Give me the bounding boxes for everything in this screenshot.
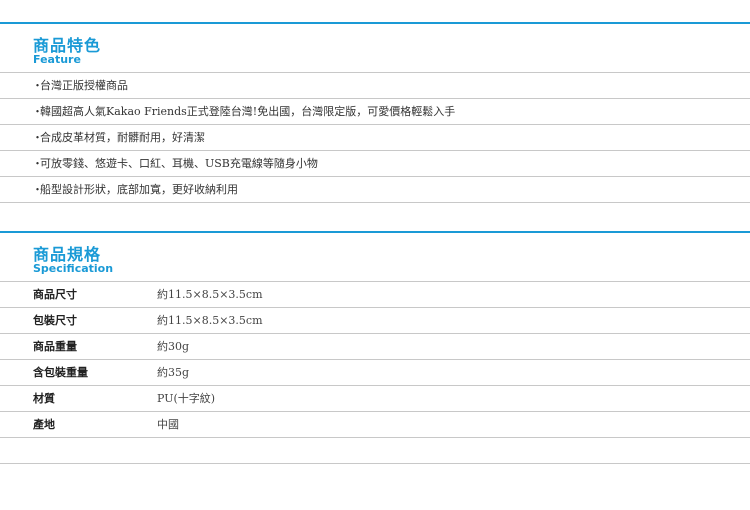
bullet-dot: ・	[32, 157, 43, 170]
table-row: 產地 中國	[0, 412, 750, 438]
spec-value: PU(十字紋)	[157, 392, 216, 405]
feature-text: 合成皮革材質，耐髒耐用，好清潔	[40, 131, 205, 144]
spec-label: 商品尺寸	[33, 288, 77, 301]
list-item: ・可放零錢、悠遊卡、口紅、耳機、USB充電線等隨身小物	[0, 151, 750, 177]
feature-text: 船型設計形狀，底部加寬，更好收納利用	[40, 183, 238, 196]
feature-section: 商品特色 Feature ・台灣正版授權商品 ・韓國超高人氣Kakao Frie…	[0, 22, 750, 203]
spec-section: 商品規格 Specification 商品尺寸 約11.5×8.5×3.5cm …	[0, 231, 750, 464]
feature-heading: 商品特色 Feature	[0, 24, 750, 72]
bullet-dot: ・	[32, 131, 43, 144]
table-row: 材質 PU(十字紋)	[0, 386, 750, 412]
spec-value: 約11.5×8.5×3.5cm	[157, 288, 263, 301]
table-row: 包裝尺寸 約11.5×8.5×3.5cm	[0, 308, 750, 334]
spec-value: 約30g	[157, 340, 190, 353]
bullet-dot: ・	[32, 183, 43, 196]
spec-subtitle: Specification	[33, 262, 114, 275]
spec-label: 含包裝重量	[33, 366, 88, 379]
table-row: 含包裝重量 約35g	[0, 360, 750, 386]
spec-value: 中國	[157, 418, 179, 431]
spec-value: 約35g	[157, 366, 190, 379]
list-item: ・合成皮革材質，耐髒耐用，好清潔	[0, 125, 750, 151]
table-row-empty	[0, 438, 750, 464]
spec-label: 產地	[33, 418, 55, 431]
bullet-dot: ・	[32, 105, 43, 118]
spec-table: 商品尺寸 約11.5×8.5×3.5cm 包裝尺寸 約11.5×8.5×3.5c…	[0, 281, 750, 464]
list-item: ・船型設計形狀，底部加寬，更好收納利用	[0, 177, 750, 203]
spec-heading: 商品規格 Specification	[0, 233, 750, 281]
spec-label: 材質	[33, 392, 55, 405]
list-item: ・韓國超高人氣Kakao Friends正式登陸台灣!免出國，台灣限定版，可愛價…	[0, 99, 750, 125]
spec-label: 包裝尺寸	[33, 314, 77, 327]
bullet-dot: ・	[32, 79, 43, 92]
feature-subtitle: Feature	[33, 53, 81, 66]
spec-label: 商品重量	[33, 340, 77, 353]
feature-text: 台灣正版授權商品	[40, 79, 128, 92]
table-row: 商品重量 約30g	[0, 334, 750, 360]
list-item: ・台灣正版授權商品	[0, 73, 750, 99]
spec-value: 約11.5×8.5×3.5cm	[157, 314, 263, 327]
table-row: 商品尺寸 約11.5×8.5×3.5cm	[0, 282, 750, 308]
feature-list: ・台灣正版授權商品 ・韓國超高人氣Kakao Friends正式登陸台灣!免出國…	[0, 72, 750, 203]
feature-text: 可放零錢、悠遊卡、口紅、耳機、USB充電線等隨身小物	[40, 157, 318, 170]
feature-text: 韓國超高人氣Kakao Friends正式登陸台灣!免出國，台灣限定版，可愛價格…	[40, 105, 456, 118]
